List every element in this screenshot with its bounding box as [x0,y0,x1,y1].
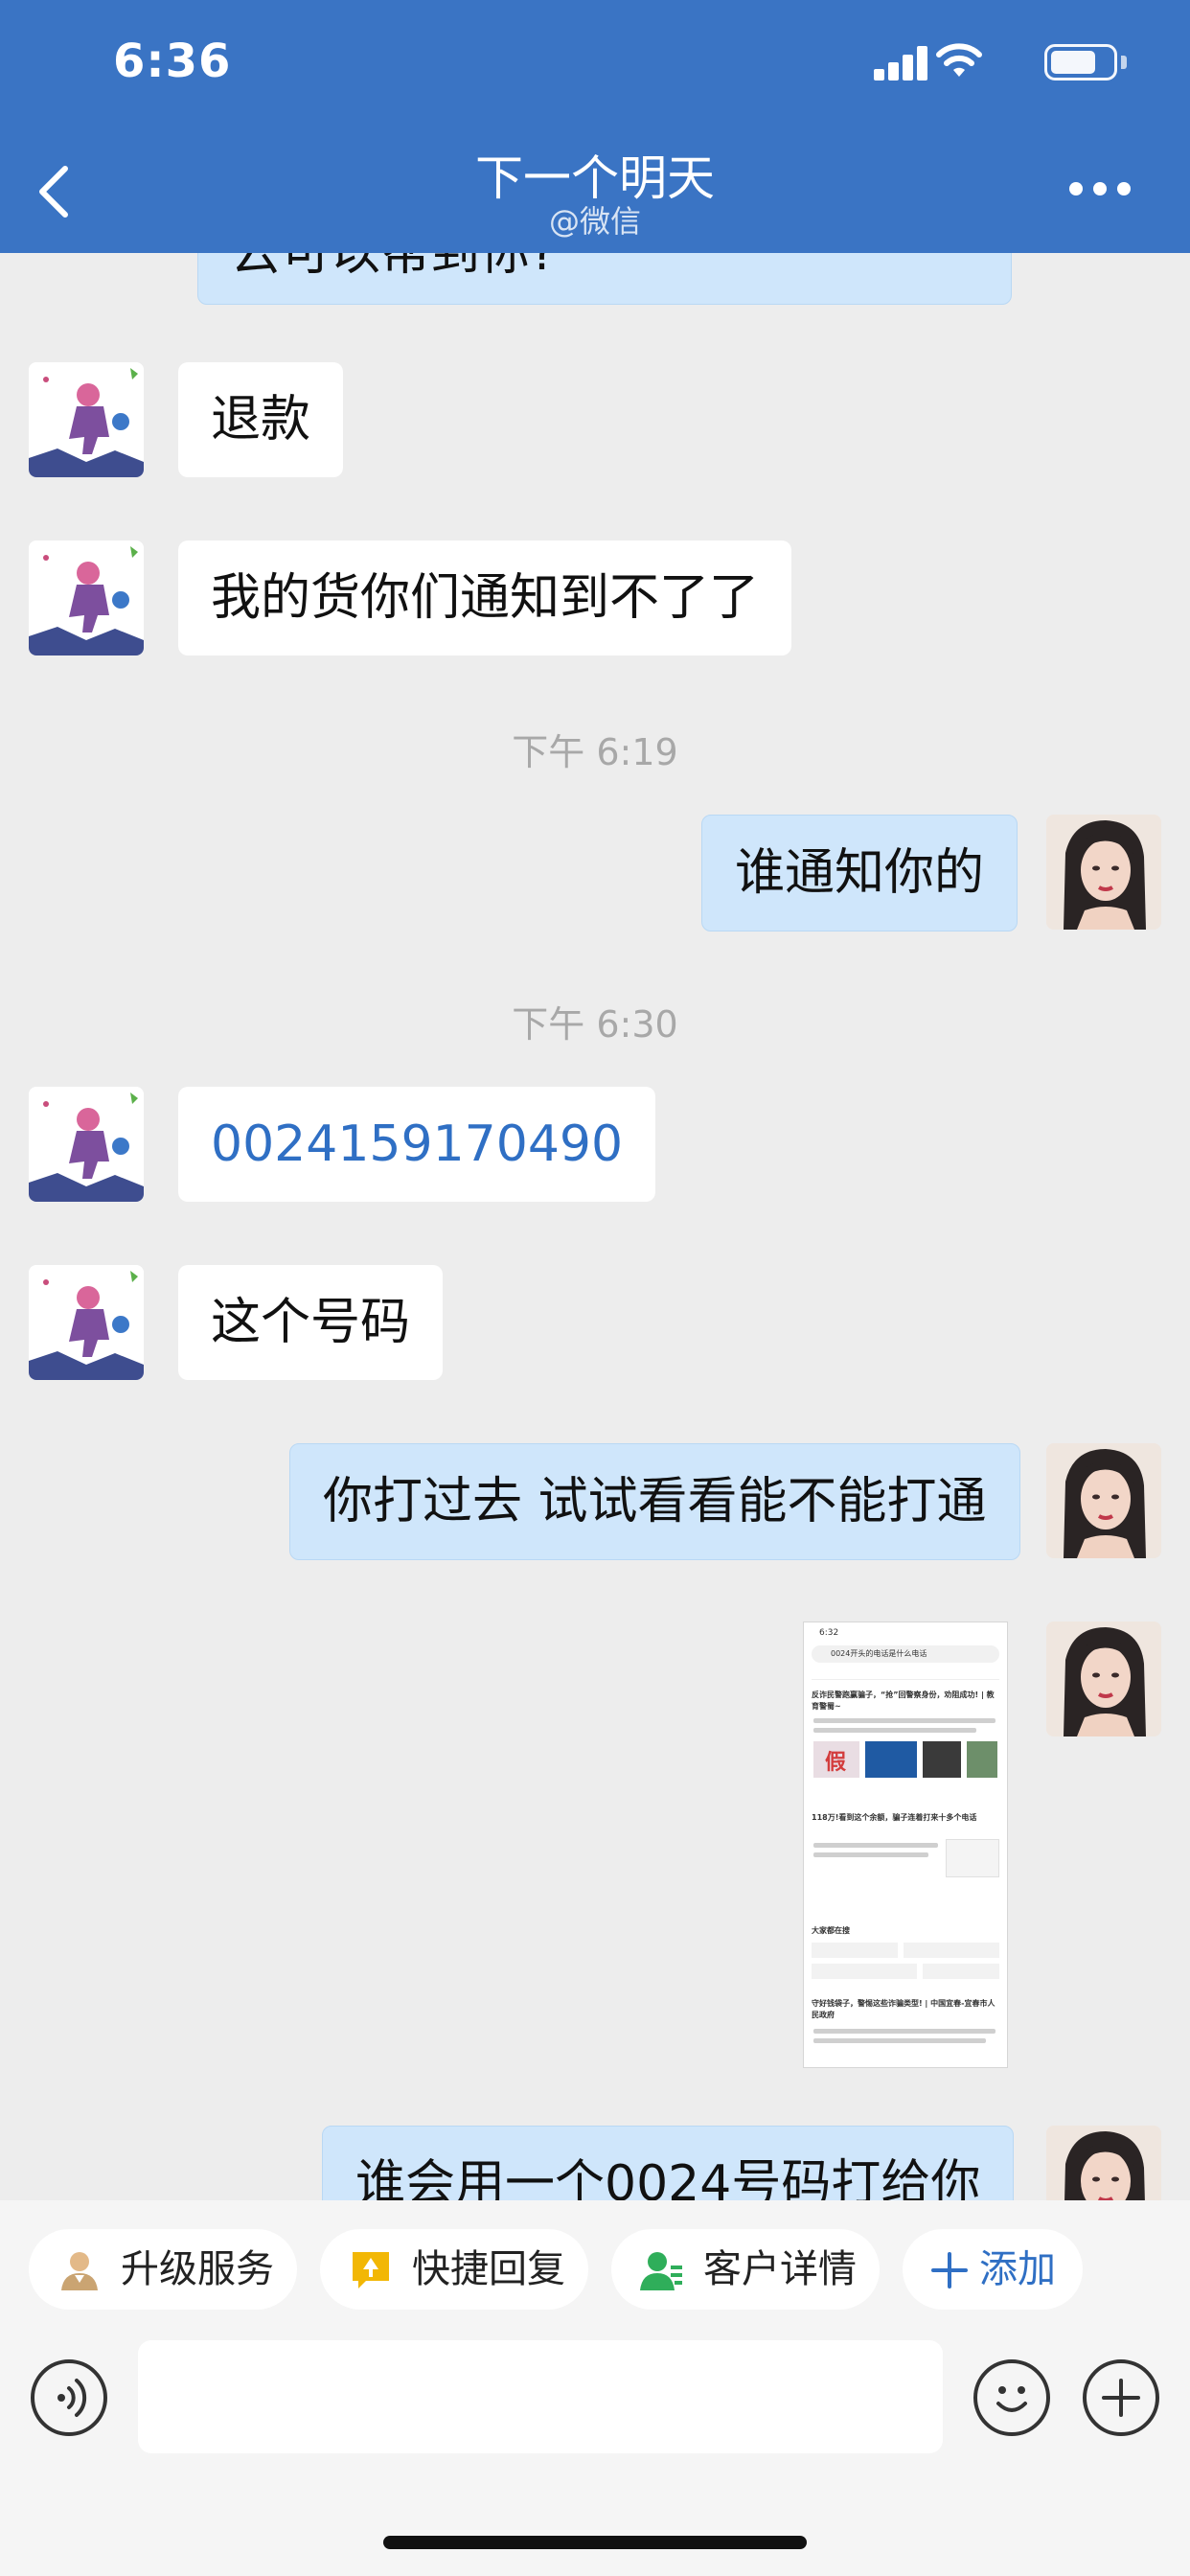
smiley-icon [996,2386,1027,2412]
plus-circle-icon [1102,2379,1140,2417]
my-avatar[interactable] [1046,1622,1161,1736]
wifi-icon [936,43,982,77]
more-options-icon[interactable] [1069,182,1131,197]
avatar-image [1046,1443,1161,1558]
message-bubble-incoming[interactable]: 这个号码 [178,1265,444,1380]
phone-number-link[interactable]: 0024159170490 [178,1087,656,1202]
chat-input-bar: 升级服务 快捷回复 客户详情 添加 [0,2200,1190,2576]
message-bubble-outgoing[interactable]: 谁会用一个0024号码打给你 [322,2126,1015,2200]
avatar-image [29,1087,144,1202]
avatar-image [29,540,144,656]
quick-action-label: 客户详情 [703,2247,857,2291]
my-avatar[interactable] [1046,815,1161,930]
message-bubble-incoming[interactable]: 退款 [178,362,344,477]
quick-action-label: 快捷回复 [412,2247,565,2291]
contact-avatar[interactable] [29,1265,144,1380]
quick-action-quick-reply[interactable]: 快捷回复 [320,2229,588,2310]
avatar-image [1046,815,1161,930]
emoji-button[interactable] [973,2359,1050,2436]
quick-action-label: 添加 [979,2247,1056,2291]
chat-header: 6:36 下一个明天 @微信 [0,0,1190,253]
my-avatar[interactable] [1046,1443,1161,1558]
voice-icon [57,2379,87,2417]
quick-reply-icon [353,2252,389,2288]
my-avatar[interactable] [1046,2126,1161,2200]
contact-avatar[interactable] [29,1087,144,1202]
quick-action-customer-details[interactable]: 客户详情 [611,2229,880,2310]
cellular-signal-icon [874,44,929,80]
chat-subtitle: @微信 [548,203,641,240]
more-functions-button[interactable] [1083,2359,1159,2436]
avatar-image [29,1265,144,1380]
customer-details-icon [640,2252,682,2290]
quick-action-upgrade-service[interactable]: 升级服务 [29,2229,297,2310]
avatar-image [29,362,144,477]
message-bubble-incoming[interactable]: 我的货你们通知到不了了 [178,540,792,656]
status-icons [839,43,1127,82]
thumbnail-time: 6:32 [819,1628,839,1638]
thumbnail-search-query: 0024开头的电话是什么电话 [831,1649,927,1658]
plus-icon [931,2252,968,2288]
message-timestamp: 下午 6:30 [512,1003,678,1046]
status-time: 6:36 [113,34,232,88]
thumbnail-stamp: 假 [825,1751,847,1775]
avatar-image [1046,1622,1161,1736]
quick-action-label: 升级服务 [121,2247,274,2291]
message-bubble-outgoing[interactable]: 你打过去 试试看看能不能打通 [289,1443,1020,1560]
home-indicator[interactable] [383,2536,807,2549]
contact-avatar[interactable] [29,362,144,477]
message-list[interactable]: 云可以帮到你? 退款 我的货你们通知到不了了 下午 6:19 谁通知你的 下午 … [0,253,1190,2200]
contact-avatar[interactable] [29,540,144,656]
voice-input-button[interactable] [31,2359,107,2436]
battery-icon [1044,44,1117,80]
thumbnail-headline: 反诈民警跑赢骗子，“抢”回警察身份，劝阻成功! | 教育警蜀~ [812,1690,995,1711]
message-bubble-outgoing[interactable]: 谁通知你的 [701,815,1018,932]
image-message-thumbnail[interactable]: 6:32 0024开头的电话是什么电话 反诈民警跑赢骗子，“抢”回警察身份，劝阻… [803,1622,1008,2068]
thumbnail-headline: 118万!看到这个余额，骗子连着打来十多个电话 [812,1813,977,1822]
thumbnail-headline: 守好钱袋子，警惕这些诈骗类型! | 中国宜春-宜春市人民政府 [812,1999,995,2019]
message-input[interactable] [138,2340,943,2453]
quick-action-add[interactable]: 添加 [903,2229,1083,2310]
message-bubble-outgoing[interactable]: 云可以帮到你? [197,253,1012,305]
message-timestamp: 下午 6:19 [512,731,678,773]
thumbnail-section: 大家都在搜 [812,1926,850,1935]
avatar-image [1046,2126,1161,2200]
upgrade-service-icon [61,2252,98,2290]
